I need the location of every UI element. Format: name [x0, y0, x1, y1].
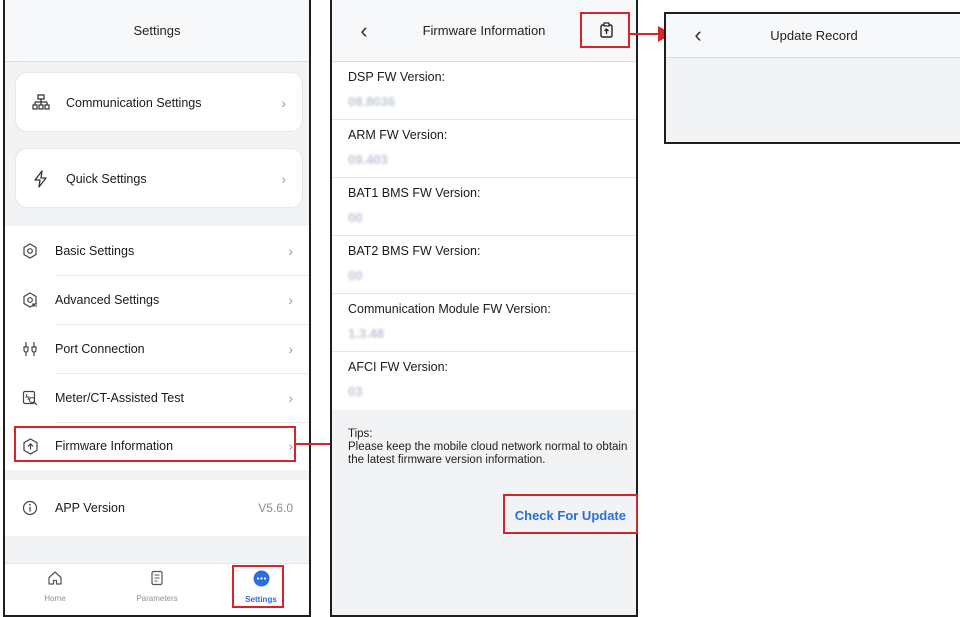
list-item: BAT1 BMS FW Version: 00 — [332, 178, 636, 236]
chevron-right-icon: › — [288, 389, 293, 406]
comm-module-fw-value: 1.3.48 — [348, 326, 385, 341]
list-item: DSP FW Version: 08.8036 — [332, 62, 636, 120]
page-title: Update Record — [770, 28, 858, 43]
firmware-version-list: DSP FW Version: 08.8036 ARM FW Version: … — [332, 62, 636, 410]
port-connection-label: Port Connection — [55, 341, 145, 356]
update-record-screen: ‹ Update Record — [664, 12, 960, 144]
app-version-label: APP Version — [55, 501, 125, 515]
basic-settings-item[interactable]: Basic Settings › — [5, 226, 309, 275]
dsp-fw-value: 08.8036 — [348, 94, 395, 109]
advanced-settings-item[interactable]: Advanced Settings › — [5, 275, 309, 324]
settings-screen: Settings Communication Settings › Quick … — [3, 0, 311, 617]
tab-settings[interactable]: Settings — [231, 570, 291, 604]
tips-body: Please keep the mobile cloud network nor… — [348, 441, 628, 466]
tab-settings-label: Settings — [245, 595, 277, 604]
check-for-update-button[interactable]: Check For Update — [515, 508, 626, 523]
update-record-navbar: ‹ Update Record — [666, 14, 960, 58]
list-item: ARM FW Version: 09.403 — [332, 120, 636, 178]
app-version-value: V5.6.0 — [258, 501, 293, 515]
settings-list: Basic Settings › Advanced Settings › Por… — [5, 226, 309, 470]
firmware-screen: ‹ Firmware Information DSP FW Version: 0… — [330, 0, 638, 617]
meter-ct-test-item[interactable]: Meter/CT-Assisted Test › — [5, 373, 309, 422]
settings-navbar: Settings — [5, 0, 309, 62]
lightning-icon — [32, 170, 50, 188]
more-dots-icon — [253, 570, 270, 591]
app-version-group: APP Version V5.6.0 — [5, 480, 309, 536]
comm-module-fw-label: Communication Module FW Version: — [348, 302, 551, 316]
bat2-bms-fw-label: BAT2 BMS FW Version: — [348, 244, 481, 258]
tab-parameters-label: Parameters — [136, 594, 178, 603]
list-item: BAT2 BMS FW Version: 00 — [332, 236, 636, 294]
bottom-tab-bar: Home Parameters Settings — [5, 563, 309, 615]
firmware-information-label: Firmware Information — [55, 439, 174, 453]
bat1-bms-fw-label: BAT1 BMS FW Version: — [348, 186, 481, 200]
tips-text: Tips: Please keep the mobile cloud netwo… — [348, 428, 628, 467]
chevron-right-icon: › — [288, 291, 293, 308]
meter-test-icon — [21, 389, 39, 407]
chevron-right-icon: › — [281, 95, 286, 111]
firmware-upload-icon — [21, 437, 39, 455]
chevron-right-icon: › — [288, 438, 293, 454]
chevron-right-icon: › — [288, 340, 293, 357]
advanced-settings-label: Advanced Settings — [55, 292, 160, 307]
communication-settings-card[interactable]: Communication Settings › — [15, 72, 303, 132]
home-icon — [47, 571, 63, 590]
chevron-right-icon: › — [288, 242, 293, 259]
gear-icon — [21, 242, 39, 260]
quick-settings-card[interactable]: Quick Settings › — [15, 148, 303, 208]
app-version-item: APP Version V5.6.0 — [5, 480, 309, 536]
firmware-information-item[interactable]: Firmware Information › — [5, 422, 309, 470]
quick-settings-label: Quick Settings — [66, 172, 147, 186]
back-icon[interactable]: ‹ — [688, 22, 708, 48]
list-item: AFCI FW Version: 03 — [332, 352, 636, 410]
meter-ct-test-label: Meter/CT-Assisted Test — [55, 390, 184, 405]
port-connection-item[interactable]: Port Connection › — [5, 324, 309, 373]
advanced-gear-icon — [21, 291, 39, 309]
afci-fw-label: AFCI FW Version: — [348, 360, 449, 374]
tab-home-label: Home — [44, 594, 66, 603]
communication-settings-label: Communication Settings — [66, 96, 202, 110]
dsp-fw-label: DSP FW Version: — [348, 70, 446, 84]
back-icon[interactable]: ‹ — [354, 18, 374, 44]
info-icon — [21, 499, 39, 517]
bat1-bms-fw-value: 00 — [348, 210, 363, 225]
bat2-bms-fw-value: 00 — [348, 268, 363, 283]
tab-parameters[interactable]: Parameters — [127, 570, 187, 603]
chevron-right-icon: › — [281, 171, 286, 187]
tab-home[interactable]: Home — [25, 570, 85, 603]
page-title: Firmware Information — [422, 23, 546, 38]
tips-title: Tips: — [348, 428, 373, 440]
list-item: Communication Module FW Version: 1.3.48 — [332, 294, 636, 352]
port-icon — [21, 340, 39, 358]
network-icon — [32, 94, 50, 112]
page-title: Settings — [133, 23, 181, 38]
arm-fw-value: 09.403 — [348, 152, 388, 167]
afci-fw-value: 03 — [348, 384, 363, 399]
document-icon — [149, 570, 165, 590]
basic-settings-label: Basic Settings — [55, 243, 135, 258]
update-record-icon[interactable] — [599, 22, 614, 43]
arm-fw-label: ARM FW Version: — [348, 128, 448, 142]
firmware-navbar: ‹ Firmware Information — [332, 0, 636, 62]
